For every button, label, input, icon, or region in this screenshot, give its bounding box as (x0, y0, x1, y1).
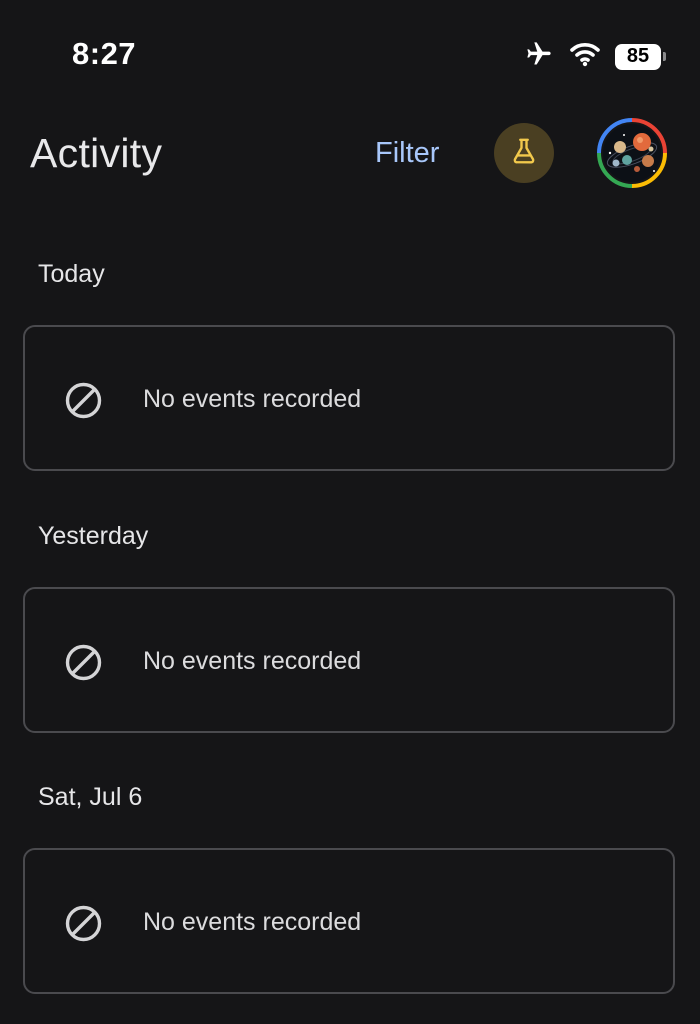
section-label-today: Today (38, 260, 105, 288)
blocked-icon (65, 644, 102, 681)
app-header: Activity Filter (0, 110, 700, 200)
section-label-sat-jul-6: Sat, Jul 6 (38, 783, 143, 811)
wifi-icon (569, 41, 601, 72)
empty-message: No events recorded (143, 647, 362, 675)
airplane-mode-icon (523, 40, 555, 73)
status-bar: 8:27 85 (0, 0, 700, 110)
status-icons: 85 (523, 40, 666, 73)
profile-avatar[interactable] (596, 117, 668, 189)
battery-icon: 85 (615, 43, 666, 70)
empty-message: No events recorded (143, 385, 362, 413)
filter-button[interactable]: Filter (375, 137, 439, 170)
event-card-today: No events recorded (23, 325, 675, 471)
labs-button[interactable] (494, 123, 554, 183)
blocked-icon (65, 382, 102, 419)
empty-message: No events recorded (143, 908, 362, 936)
event-card-yesterday: No events recorded (23, 587, 675, 733)
page-title: Activity (30, 130, 163, 176)
status-time: 8:27 (72, 36, 137, 71)
flask-icon (509, 136, 539, 171)
battery-level: 85 (615, 43, 661, 70)
section-label-yesterday: Yesterday (38, 522, 149, 550)
blocked-icon (65, 905, 102, 942)
battery-cap (663, 52, 666, 61)
event-card-sat-jul-6: No events recorded (23, 848, 675, 994)
